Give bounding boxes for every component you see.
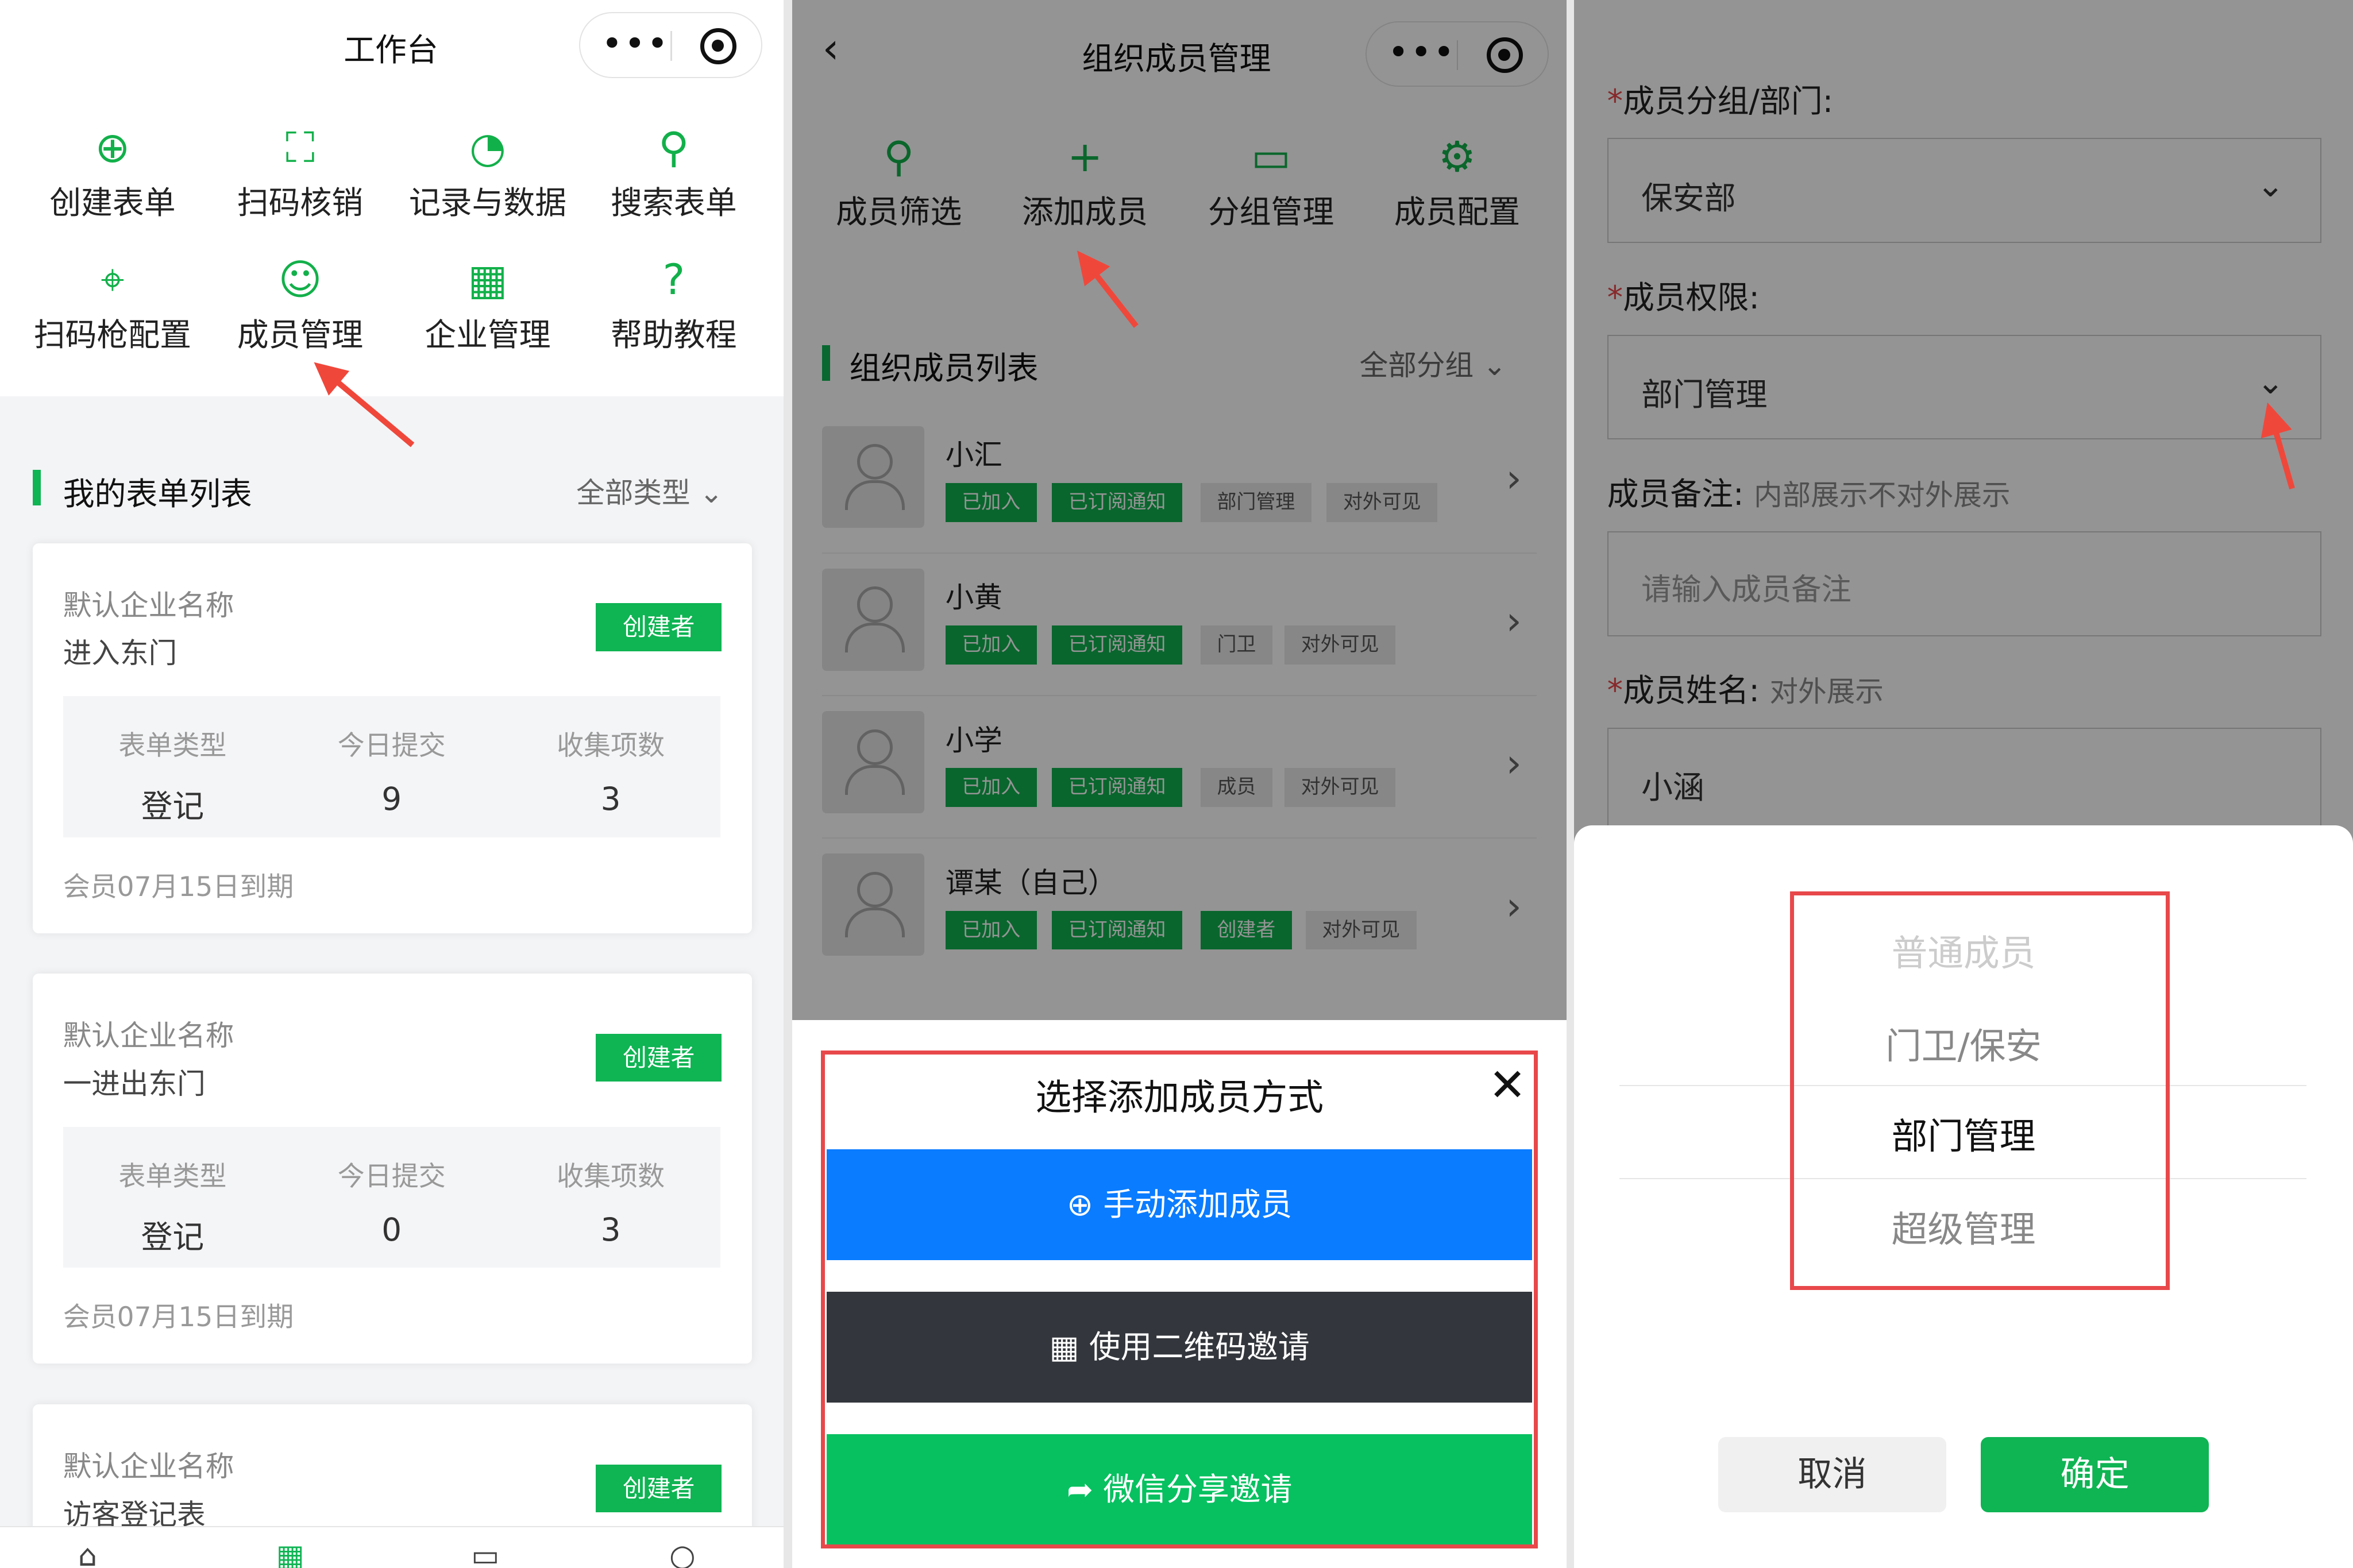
chevron-down-icon: ⌄ xyxy=(699,476,723,509)
creator-badge: 创建者 xyxy=(596,1033,722,1082)
form-card[interactable]: 默认企业名称 进入东门 创建者 表单类型 登记 今日提交 9 收集项数 3 会员07月… xyxy=(33,543,752,933)
grid-item-search-form[interactable]: ⚲ 搜索表单 xyxy=(576,123,772,223)
home-icon[interactable]: ⌂ xyxy=(78,1539,97,1567)
help-icon: ? xyxy=(662,256,685,305)
tab-bar: ⌂ ▦ ▭ ○ xyxy=(0,1525,784,1568)
grid-item-member-manage[interactable]: ☺ 成员管理 xyxy=(203,255,398,355)
form-name: 一进出东门 xyxy=(63,1067,206,1100)
permission-picker: 普通成员 门卫/保安 部门管理 超级管理 取消 确定 xyxy=(1574,825,2353,1568)
page-title: 工作台 xyxy=(344,31,438,68)
expiry-text: 会员07月15日到期 xyxy=(63,1301,294,1334)
org-name: 默认企业名称 xyxy=(63,1449,234,1483)
building-icon: ▦ xyxy=(468,256,508,305)
scan-icon: ⛶ xyxy=(285,123,315,173)
user-search-icon: ⚲ xyxy=(658,123,689,173)
form-name: 进入东门 xyxy=(63,636,178,670)
close-target-icon[interactable] xyxy=(700,28,736,64)
section-title: 我的表单列表 xyxy=(63,475,252,512)
grid-item-scan-verify[interactable]: ⛶ 扫码核销 xyxy=(203,123,398,223)
expiry-text: 会员07月15日到期 xyxy=(63,871,294,903)
highlight-box xyxy=(1790,891,2170,1291)
workbench-panel: 工作台 ••• ⊕ 创建表单 ⛶ 扫码核销 ◔ 记录与数据 ⚲ 搜索表单 ⌖ 扫码枪配置 … xyxy=(0,0,784,1568)
type-filter[interactable]: 全部类型 ⌄ xyxy=(576,470,723,511)
workbench-grid: ⊕ 创建表单 ⛶ 扫码核销 ◔ 记录与数据 ⚲ 搜索表单 ⌖ 扫码枪配置 ☺ 成员管理 ▦ 企… xyxy=(0,96,784,396)
grid-item-records-data[interactable]: ◔ 记录与数据 xyxy=(390,123,585,223)
form-card[interactable]: 默认企业名称 一进出东门 创建者 表单类型 登记 今日提交 0 收集项数 3 会员07… xyxy=(33,974,752,1364)
grid-item-create-form[interactable]: ⊕ 创建表单 xyxy=(15,123,210,223)
more-icon[interactable]: ••• xyxy=(601,22,670,64)
org-name: 默认企业名称 xyxy=(63,588,234,622)
calendar-icon[interactable]: ▭ xyxy=(471,1539,499,1567)
cancel-button[interactable]: 取消 xyxy=(1718,1437,1946,1513)
workbench-header: 工作台 ••• xyxy=(0,0,784,96)
grid-item-company-manage[interactable]: ▦ 企业管理 xyxy=(390,255,585,355)
mini-program-capsule: ••• xyxy=(579,11,762,78)
pie-chart-icon: ◔ xyxy=(469,123,506,173)
stats-box: 表单类型 登记 今日提交 0 收集项数 3 xyxy=(63,1126,720,1268)
creator-badge: 创建者 xyxy=(596,1464,722,1513)
confirm-button[interactable]: 确定 xyxy=(1981,1437,2209,1513)
members-icon: ☺ xyxy=(278,256,322,305)
member-edit-panel: *成员分组/部门: 保安部 ⌄ *成员权限: 部门管理 ⌄ 成员备注: 内部展示… xyxy=(1574,0,2353,1568)
highlight-box xyxy=(820,1050,1538,1548)
form-list-header: 我的表单列表 全部类型 ⌄ xyxy=(0,444,784,534)
grid-item-scanner-config[interactable]: ⌖ 扫码枪配置 xyxy=(15,255,210,355)
workbench-icon[interactable]: ▦ xyxy=(276,1539,304,1567)
stats-box: 表单类型 登记 今日提交 9 收集项数 3 xyxy=(63,696,720,837)
profile-icon[interactable]: ○ xyxy=(669,1539,696,1567)
org-name: 默认企业名称 xyxy=(63,1019,234,1053)
grid-item-help[interactable]: ? 帮助教程 xyxy=(576,255,772,355)
creator-badge: 创建者 xyxy=(596,603,722,651)
plus-circle-icon: ⊕ xyxy=(95,123,130,173)
member-manage-panel: ‹ 组织成员管理 ••• ⚲ 成员筛选 + 添加成员 ▭ 分组管理 ⚙ 成员配置 组织成… xyxy=(792,0,1567,1568)
modal-mask[interactable] xyxy=(792,0,1567,1021)
scanner-gun-icon: ⌖ xyxy=(101,256,125,305)
